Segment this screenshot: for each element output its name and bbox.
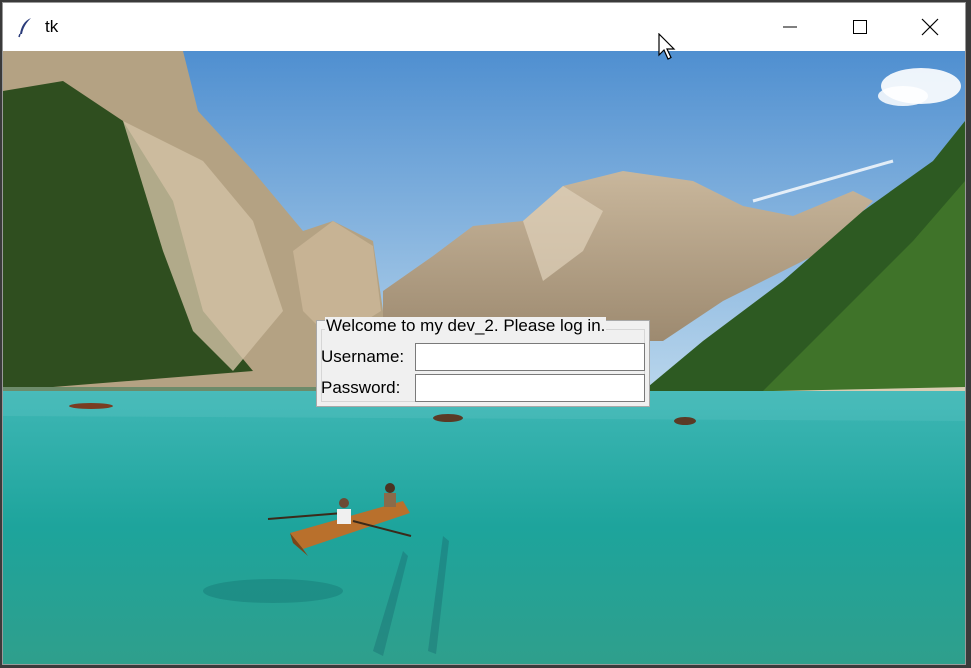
maximize-icon (853, 20, 867, 34)
username-input[interactable] (415, 343, 645, 371)
login-frame-title: Welcome to my dev_2. Please log in. (325, 316, 607, 335)
mouse-cursor-icon (658, 33, 676, 60)
maximize-button[interactable] (825, 3, 895, 51)
background-image: Welcome to my dev_2. Please log in. User… (3, 51, 965, 664)
close-icon (921, 18, 939, 36)
password-row: Password: (321, 374, 645, 402)
app-window: tk Welcome to my dev_2. Please log in. U… (2, 2, 966, 665)
password-label: Password: (321, 378, 401, 397)
password-input[interactable] (415, 374, 645, 402)
minimize-button[interactable] (755, 3, 825, 51)
close-button[interactable] (895, 3, 965, 51)
username-label: Username: (321, 347, 405, 366)
username-row: Username: (321, 343, 645, 371)
feather-icon (15, 16, 37, 38)
window-title: tk (45, 17, 59, 36)
login-frame: Welcome to my dev_2. Please log in. User… (316, 316, 650, 407)
title-bar[interactable]: tk (3, 3, 965, 51)
minimize-icon (783, 26, 797, 28)
